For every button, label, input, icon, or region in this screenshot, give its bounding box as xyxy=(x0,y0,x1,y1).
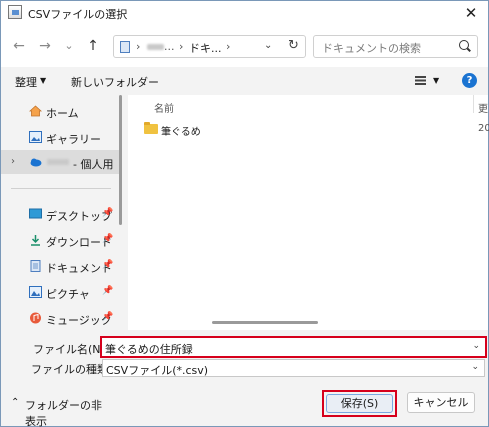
home-icon xyxy=(28,105,43,117)
view-dropdown-icon[interactable]: ▼ xyxy=(433,76,439,85)
search-icon xyxy=(459,40,469,50)
refresh-button[interactable]: ↻ xyxy=(288,38,299,53)
forward-button[interactable]: → xyxy=(37,38,53,54)
sidebar-item-onedrive[interactable]: › - 個人用 xyxy=(1,150,119,174)
address-dropdown-button[interactable]: ⌄ xyxy=(264,40,272,51)
navigation-bar: ← → ⌄ ↑ › ... › ドキ... › ⌄ ↻ ドキュメントの検索 xyxy=(1,25,488,67)
file-list-horizontal-scrollbar[interactable] xyxy=(212,321,318,324)
organize-button[interactable]: 整理 xyxy=(15,74,37,90)
filetype-select[interactable]: CSVファイル(*.csv) ⌄ xyxy=(102,359,485,377)
picture-icon xyxy=(29,286,42,298)
navigation-pane: ホーム ギャラリー › - 個人用 デスクトップ 📌 ダウンロード 📌 ドキュメ… xyxy=(1,95,127,330)
pin-icon[interactable]: 📌 xyxy=(102,312,113,322)
sidebar-scrollbar[interactable] xyxy=(119,95,122,225)
sidebar-item-music[interactable]: ミュージック 📌 xyxy=(1,306,119,330)
sidebar-item-desktop[interactable]: デスクトップ 📌 xyxy=(1,202,119,226)
window-title: CSVファイルの選択 xyxy=(28,8,128,21)
hide-folders-label: フォルダーの非表示 xyxy=(25,399,102,427)
expand-chevron-icon[interactable]: › xyxy=(11,156,15,167)
help-icon[interactable]: ? xyxy=(462,73,477,88)
breadcrumb-separator: › xyxy=(136,40,141,53)
sidebar-divider xyxy=(11,188,111,189)
chevron-up-icon: ⌃ xyxy=(11,397,20,408)
dialog-footer: ファイル名(N): 筆ぐるめの住所録 ⌄ ファイルの種類(T): CSVファイル… xyxy=(1,330,488,427)
desktop-icon xyxy=(29,208,42,220)
save-button-highlight: 保存(S) xyxy=(322,390,397,417)
sidebar-item-downloads[interactable]: ダウンロード 📌 xyxy=(1,228,119,252)
address-bar[interactable]: › ... › ドキ... › ⌄ ↻ xyxy=(113,35,306,58)
sidebar-item-label: ギャラリー xyxy=(46,133,101,146)
cloud-icon xyxy=(29,156,42,168)
pin-icon[interactable]: 📌 xyxy=(102,234,113,244)
pin-icon[interactable]: 📌 xyxy=(102,260,113,270)
sidebar-item-label: - 個人用 xyxy=(73,158,114,171)
blurred-username xyxy=(147,44,164,50)
file-open-dialog: CSVファイルの選択 ✕ ← → ⌄ ↑ › ... › ドキ... › ⌄ ↻… xyxy=(0,0,489,427)
app-icon xyxy=(8,5,22,19)
file-name: 筆ぐるめ xyxy=(161,127,201,138)
breadcrumb-ellipsis: ... xyxy=(164,40,175,53)
list-item[interactable]: 筆ぐるめ 20 xyxy=(128,120,489,142)
new-folder-button[interactable]: 新しいフォルダー xyxy=(71,74,159,90)
breadcrumb-separator: › xyxy=(179,40,184,53)
document-folder-icon xyxy=(120,41,130,53)
file-date: 20 xyxy=(478,123,489,134)
search-input[interactable]: ドキュメントの検索 xyxy=(313,35,478,58)
file-list: 名前 更 筆ぐるめ 20 xyxy=(128,95,489,330)
pin-icon[interactable]: 📌 xyxy=(102,286,113,296)
organize-dropdown-icon: ▼ xyxy=(40,76,47,85)
column-divider[interactable] xyxy=(473,95,474,113)
filename-label: ファイル名(N): xyxy=(33,343,109,356)
sidebar-item-label: ピクチャ xyxy=(46,288,90,301)
column-header-date[interactable]: 更 xyxy=(478,100,488,115)
up-button[interactable]: ↑ xyxy=(85,38,101,54)
folder-icon xyxy=(144,122,158,134)
back-button[interactable]: ← xyxy=(11,38,27,54)
title-bar: CSVファイルの選択 ✕ xyxy=(1,1,488,25)
command-bar: 整理 ▼ 新しいフォルダー ▼ ? xyxy=(1,67,488,95)
pin-icon[interactable]: 📌 xyxy=(102,208,113,218)
document-icon xyxy=(29,260,42,272)
sidebar-item-pictures[interactable]: ピクチャ 📌 xyxy=(1,280,119,304)
cancel-button[interactable]: キャンセル xyxy=(407,392,475,413)
music-icon xyxy=(29,312,42,324)
search-placeholder: ドキュメントの検索 xyxy=(322,42,421,55)
save-button[interactable]: 保存(S) xyxy=(326,394,393,413)
sidebar-item-home[interactable]: ホーム xyxy=(1,99,119,123)
blurred-account-name xyxy=(47,159,69,165)
download-icon xyxy=(29,234,42,246)
breadcrumb-separator: › xyxy=(226,40,231,53)
hide-folders-button[interactable]: ⌃ フォルダーの非表示 xyxy=(9,394,109,427)
view-options-icon[interactable] xyxy=(415,76,426,85)
sidebar-item-documents[interactable]: ドキュメント 📌 xyxy=(1,254,119,278)
filename-value: 筆ぐるめの住所録 xyxy=(105,343,193,356)
chevron-down-icon[interactable]: ⌄ xyxy=(472,341,480,351)
filetype-value: CSVファイル(*.csv) xyxy=(106,364,209,377)
gallery-icon xyxy=(29,131,42,143)
breadcrumb-documents[interactable]: ドキ... xyxy=(189,40,222,56)
sidebar-item-gallery[interactable]: ギャラリー xyxy=(1,125,119,149)
chevron-down-icon[interactable]: ⌄ xyxy=(471,362,479,372)
close-button[interactable]: ✕ xyxy=(462,4,480,22)
recent-locations-button[interactable]: ⌄ xyxy=(61,38,77,54)
column-header-name[interactable]: 名前 xyxy=(154,100,174,115)
filename-field[interactable]: 筆ぐるめの住所録 ⌄ xyxy=(100,336,487,358)
sidebar-item-label: ホーム xyxy=(46,107,79,120)
